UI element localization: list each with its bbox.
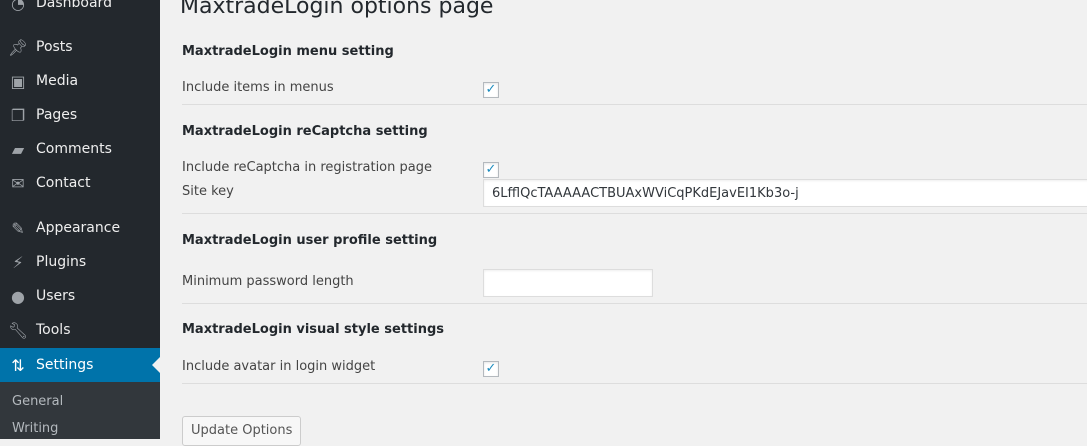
divider [182, 104, 1087, 105]
pin-icon: 📌︎ [7, 37, 29, 57]
settings-icon: ⇅ [11, 355, 25, 375]
divider [182, 303, 1087, 304]
dashboard-icon: ◔ [11, 0, 25, 13]
sidebar-item-comments[interactable]: ▰ Comments [0, 132, 160, 166]
site-key-input[interactable] [483, 179, 1087, 207]
brush-icon: ✎ [11, 218, 25, 238]
submenu-writing[interactable]: Writing [12, 421, 58, 436]
section-heading: MaxtradeLogin menu setting [182, 44, 394, 59]
sidebar-item-tools[interactable]: 🔧︎ Tools [0, 313, 160, 347]
sidebar-item-contact[interactable]: ✉ Contact [0, 166, 160, 200]
mail-icon: ✉ [11, 173, 25, 193]
pages-icon: ❐ [10, 105, 26, 125]
section-heading: MaxtradeLogin user profile setting [182, 233, 438, 248]
settings-submenu: General Writing [0, 382, 160, 439]
sidebar-item-plugins[interactable]: ⚡︎ Plugins [0, 245, 160, 279]
sidebar-item-posts[interactable]: 📌︎ Posts [0, 30, 160, 64]
section-heading: MaxtradeLogin reCaptcha setting [182, 124, 428, 139]
field-label: Include avatar in login widget [182, 359, 376, 374]
include-items-checkbox[interactable]: ✓ [483, 82, 499, 98]
field-label: Include reCaptcha in registration page [182, 160, 432, 175]
sidebar-item-dashboard[interactable]: ◔ Dashboard [0, 0, 160, 20]
page-title: MaxtradeLogin options page [180, 0, 494, 19]
section-heading: MaxtradeLogin visual style settings [182, 322, 445, 337]
field-label: Include items in menus [182, 80, 334, 95]
main-content: MaxtradeLogin options page MaxtradeLogin… [160, 0, 1087, 446]
plug-icon: ⚡︎ [12, 252, 24, 272]
divider [182, 213, 1087, 214]
sidebar-item-settings[interactable]: ⇅ Settings [0, 348, 160, 382]
media-icon: ▣ [10, 71, 26, 91]
submenu-general[interactable]: General [12, 394, 63, 409]
comment-icon: ▰ [11, 139, 25, 159]
sidebar-item-appearance[interactable]: ✎ Appearance [0, 211, 160, 245]
wrench-icon: 🔧︎ [7, 320, 29, 340]
min-password-input[interactable] [483, 269, 653, 297]
sidebar-item-pages[interactable]: ❐ Pages [0, 98, 160, 132]
include-avatar-checkbox[interactable]: ✓ [483, 361, 499, 377]
user-icon: ● [11, 286, 25, 306]
divider [182, 383, 1087, 384]
admin-sidebar: ◔ Dashboard 📌︎ Posts ▣ Media ❐ Pages ▰ Commen… [0, 0, 160, 439]
field-label: Site key [182, 184, 234, 199]
include-recaptcha-checkbox[interactable]: ✓ [483, 162, 499, 178]
update-options-button[interactable]: Update Options [182, 416, 302, 446]
sidebar-item-media[interactable]: ▣ Media [0, 64, 160, 98]
field-label: Minimum password length [182, 274, 354, 289]
sidebar-item-users[interactable]: ● Users [0, 279, 160, 313]
